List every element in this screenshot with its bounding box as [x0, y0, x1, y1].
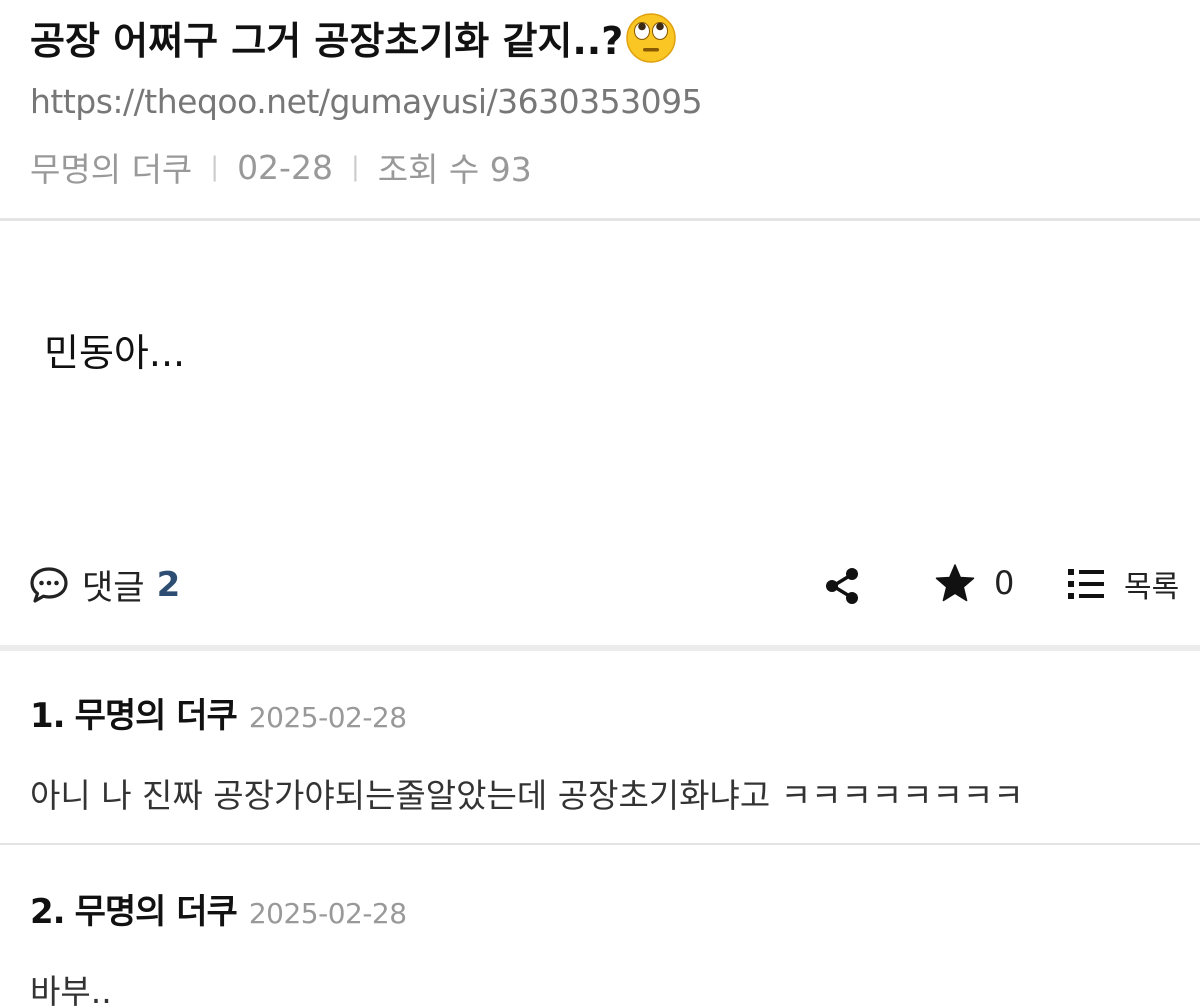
- comment-text: 바부..: [30, 972, 112, 1008]
- comment-number: 2.: [30, 892, 66, 932]
- meta-separator: |: [350, 152, 360, 182]
- post-date: 02-28: [237, 147, 333, 187]
- list-button[interactable]: 목록: [1066, 562, 1179, 606]
- post-title-text: 공장 어쩌구 그거 공장초기화 같지..?: [30, 19, 624, 63]
- meta-separator: |: [210, 152, 220, 182]
- comment-item: 1. 무명의 더쿠 2025-02-28 아니 나 진짜 공장가야되는줄알았는데…: [30, 688, 1170, 817]
- post-action-bar: 댓글 2 0 목록: [0, 556, 1200, 616]
- comment-date: 2025-02-28: [248, 701, 407, 734]
- favorite-count: 0: [994, 564, 1015, 602]
- header-divider: [0, 218, 1200, 221]
- comment-item: 2. 무명의 더쿠 2025-02-28 바부..: [30, 884, 1170, 1008]
- comment-date: 2025-02-28: [248, 897, 407, 930]
- star-icon: [935, 564, 975, 602]
- comment-divider: [0, 843, 1200, 845]
- face-with-rolling-eyes-emoji: [626, 12, 677, 63]
- share-icon[interactable]: [822, 566, 862, 606]
- comment-number: 1.: [30, 696, 66, 736]
- post-body: 민동아...: [44, 331, 186, 375]
- comments-count: 2: [156, 564, 181, 605]
- post-title: 공장 어쩌구 그거 공장초기화 같지..?: [30, 10, 677, 65]
- list-icon: [1068, 569, 1104, 599]
- post-meta: 무명의 더쿠 | 02-28 | 조회 수 93: [30, 143, 532, 191]
- comments-button[interactable]: 댓글 2: [28, 560, 180, 609]
- post-url-link[interactable]: https://theqoo.net/gumayusi/3630353095: [30, 82, 703, 121]
- speech-bubble-icon: [30, 566, 68, 603]
- comment-author: 무명의 더쿠: [74, 696, 238, 736]
- comment-header: 1. 무명의 더쿠 2025-02-28: [30, 688, 1170, 737]
- comments-label: 댓글: [82, 568, 145, 608]
- comment-text: 아니 나 진짜 공장가야되는줄알았는데 공장초기화냐고 ㅋㅋㅋㅋㅋㅋㅋㅋ: [30, 776, 1024, 815]
- post-views: 조회 수 93: [377, 150, 532, 189]
- favorite-button[interactable]: 0: [934, 562, 1014, 604]
- post-author: 무명의 더쿠: [30, 150, 193, 189]
- list-label: 목록: [1124, 570, 1180, 605]
- comment-author: 무명의 더쿠: [74, 892, 238, 932]
- post-header: 공장 어쩌구 그거 공장초기화 같지..? https://theqoo.net…: [0, 0, 1200, 220]
- comment-header: 2. 무명의 더쿠 2025-02-28: [30, 884, 1170, 933]
- comments-section-divider: [0, 645, 1200, 651]
